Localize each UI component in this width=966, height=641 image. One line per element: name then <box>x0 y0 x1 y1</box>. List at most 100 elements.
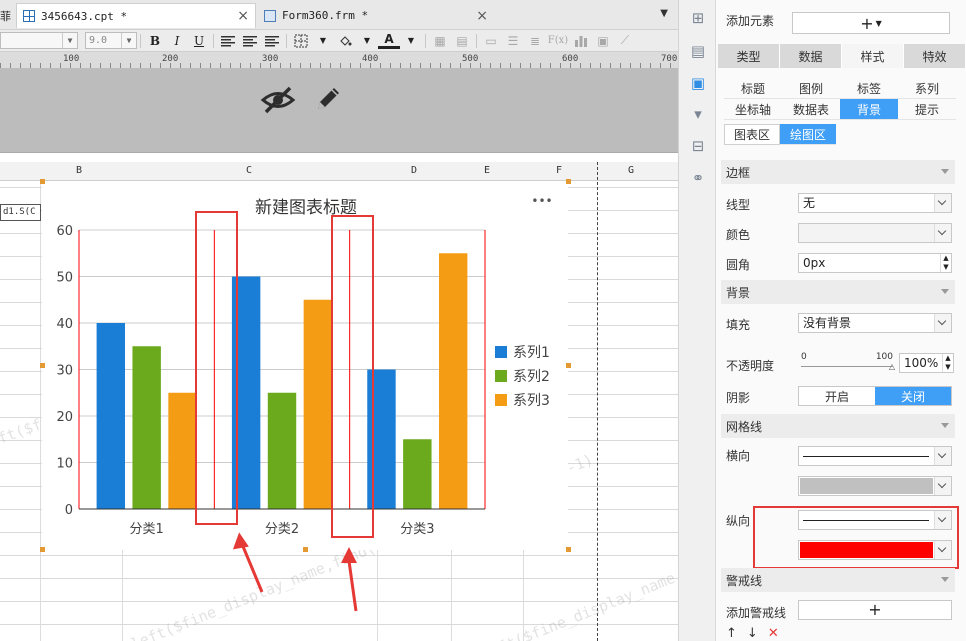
tab-form-frm[interactable]: Form360.frm * × <box>258 3 494 28</box>
column-header[interactable]: D <box>411 165 417 176</box>
bold-button[interactable]: B <box>144 32 166 50</box>
horizontal-ruler: 100 200 300 400 500 600 700 <box>0 52 678 69</box>
y-tick-label: 50 <box>56 271 73 286</box>
formula-cell[interactable]: d1.S(C <box>0 204 41 221</box>
tab-chart-area[interactable]: 图表区 <box>724 124 780 145</box>
insert-image-icon[interactable]: ▣ <box>592 32 614 50</box>
tab-type[interactable]: 类型 <box>718 44 780 68</box>
edit-widget-icon[interactable] <box>312 83 344 118</box>
subtab-tooltip[interactable]: 提示 <box>898 99 956 120</box>
hyperlink-icon[interactable]: ⚭ <box>689 169 707 187</box>
horizontal-line-style-select[interactable] <box>798 446 952 466</box>
split-cells-icon[interactable]: ▤ <box>451 32 473 50</box>
section-background[interactable]: 背景 <box>721 280 955 304</box>
slash-icon[interactable]: ⟋ <box>614 32 636 50</box>
bar[interactable] <box>303 299 333 509</box>
bar[interactable] <box>438 253 468 509</box>
shadow-on-option[interactable]: 开启 <box>799 387 875 405</box>
border-icon[interactable] <box>290 32 312 50</box>
condition-icon[interactable]: ⊟ <box>689 137 707 155</box>
chart-properties-icon[interactable]: ▣ <box>689 74 707 92</box>
add-element-button[interactable]: + ▼ <box>792 12 950 34</box>
opacity-input[interactable]: 100% ▲ ▼ <box>899 353 954 373</box>
font-family-select[interactable]: ▼ <box>0 32 78 49</box>
column-header[interactable]: B <box>76 165 82 176</box>
y-tick-label: 10 <box>56 457 73 472</box>
add-warning-line-button[interactable]: + <box>798 600 952 620</box>
section-border[interactable]: 边框 <box>721 160 955 184</box>
shadow-off-option[interactable]: 关闭 <box>875 387 951 405</box>
sort-icon[interactable]: ≣ <box>524 32 546 50</box>
subtab-datasheet[interactable]: 数据表 <box>782 99 840 120</box>
tab-list-menu-icon[interactable]: ▼ <box>660 8 668 19</box>
legend-label[interactable]: 系列2 <box>513 369 550 385</box>
line-type-select[interactable]: 无 <box>798 193 952 213</box>
italic-button[interactable]: I <box>166 32 188 50</box>
shadow-toggle[interactable]: 开启 关闭 <box>798 386 952 406</box>
border-dropdown-icon[interactable]: ▼ <box>312 32 334 50</box>
align-left-button[interactable] <box>217 32 239 50</box>
component-icon-rail: ⊞ ▤ ▣ ▾ ⊟ ⚭ <box>678 0 716 641</box>
warning-line-tools: ↑ ↓ ✕ <box>726 626 779 641</box>
cell-element-icon[interactable]: ▤ <box>689 42 707 60</box>
formula-icon[interactable]: F(x) <box>546 32 570 50</box>
bar[interactable] <box>132 346 161 509</box>
fill-color-icon[interactable] <box>334 32 356 50</box>
font-size-select[interactable]: 9.0 ▼ <box>85 32 137 49</box>
bar[interactable] <box>403 439 432 509</box>
tab-data[interactable]: 数据 <box>780 44 842 68</box>
bar[interactable] <box>96 323 126 509</box>
annotation-arrow-icon <box>341 547 358 612</box>
section-warning-line[interactable]: 警戒线 <box>721 568 955 592</box>
subtab-legend[interactable]: 图例 <box>782 78 840 99</box>
close-icon[interactable]: × <box>237 8 249 24</box>
move-down-icon[interactable]: ↓ <box>747 626 758 641</box>
delete-icon[interactable]: ✕ <box>768 626 779 641</box>
close-icon[interactable]: × <box>476 8 488 24</box>
horizontal-line-color-select[interactable] <box>798 476 952 496</box>
widget-settings-icon[interactable]: ▾ <box>689 105 707 123</box>
section-gridlines[interactable]: 网格线 <box>721 414 955 438</box>
fill-label: 填充 <box>726 318 751 332</box>
merge-cells-icon[interactable]: ▦ <box>429 32 451 50</box>
tab-style[interactable]: 样式 <box>842 44 904 68</box>
underline-button[interactable]: U <box>188 32 210 50</box>
column-header[interactable]: F <box>556 165 562 176</box>
tab-fragment[interactable]: 菲 <box>0 3 14 28</box>
font-color-dropdown-icon[interactable]: ▼ <box>400 32 422 50</box>
bar[interactable] <box>267 392 297 509</box>
column-header[interactable]: C <box>246 165 252 176</box>
column-header[interactable]: G <box>628 165 634 176</box>
align-right-button[interactable] <box>261 32 283 50</box>
subtab-background[interactable]: 背景 <box>840 99 898 120</box>
subtab-series[interactable]: 系列 <box>898 78 956 99</box>
fill-select[interactable]: 没有背景 <box>798 313 952 333</box>
column-header[interactable]: E <box>484 165 490 176</box>
hide-widget-icon[interactable] <box>260 85 296 118</box>
move-up-icon[interactable]: ↑ <box>726 626 737 641</box>
insert-row-icon[interactable]: ▭ <box>480 32 502 50</box>
insert-column-icon[interactable]: ☰ <box>502 32 524 50</box>
font-color-icon[interactable]: A <box>378 32 400 49</box>
insert-chart-icon[interactable] <box>570 32 592 50</box>
tab-effects[interactable]: 特效 <box>904 44 966 68</box>
tab-plot-area[interactable]: 绘图区 <box>780 124 836 145</box>
subtab-label[interactable]: 标签 <box>840 78 898 99</box>
chart-more-button[interactable]: ••• <box>531 194 552 208</box>
tab-report-cpt[interactable]: 3456643.cpt * × <box>16 3 256 28</box>
layout-icon[interactable]: ⊞ <box>689 9 707 27</box>
align-center-button[interactable] <box>239 32 261 50</box>
opacity-slider[interactable]: 0 100 △ <box>801 352 895 372</box>
tab-label: 3456643.cpt * <box>41 9 128 23</box>
widget-overlay-band <box>0 69 678 153</box>
subtab-axis[interactable]: 坐标轴 <box>724 99 782 120</box>
corner-radius-input[interactable]: 0px ▲ ▼ <box>798 253 952 273</box>
add-warning-line-label: 添加警戒线 <box>726 606 787 620</box>
subtab-title[interactable]: 标题 <box>724 78 782 99</box>
legend-label[interactable]: 系列1 <box>513 345 550 361</box>
legend-label[interactable]: 系列3 <box>513 393 550 409</box>
fill-dropdown-icon[interactable]: ▼ <box>356 32 378 50</box>
border-color-select[interactable] <box>798 223 952 243</box>
bar[interactable] <box>168 392 197 509</box>
bar-chart-widget[interactable]: 新建图表标题 ••• 0 10 20 30 40 50 60 分类1 分类2 分类3 系列1 系列… <box>42 181 568 550</box>
